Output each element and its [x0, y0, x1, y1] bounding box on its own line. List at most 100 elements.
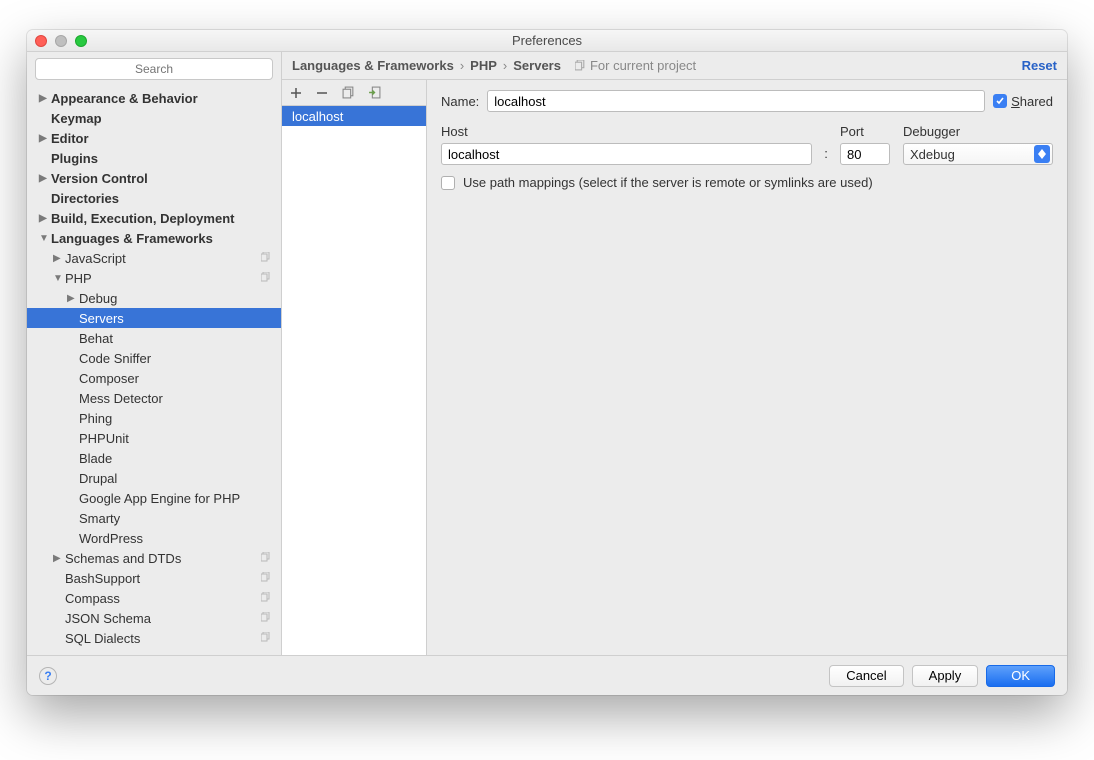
- window-controls: [35, 35, 87, 47]
- add-icon[interactable]: [288, 85, 304, 101]
- sidebar-item-php-debug[interactable]: Debug: [27, 288, 281, 308]
- debugger-value: Xdebug: [910, 147, 955, 162]
- sidebar-item-php-drupal[interactable]: Drupal: [27, 468, 281, 488]
- sidebar-item-php-mess[interactable]: Mess Detector: [27, 388, 281, 408]
- sidebar-item-langs[interactable]: Languages & Frameworks: [27, 228, 281, 248]
- bc-b[interactable]: PHP: [470, 58, 497, 73]
- label: Directories: [51, 191, 119, 206]
- close-icon[interactable]: [35, 35, 47, 47]
- project-icon: [261, 272, 273, 284]
- sidebar-item-plugins[interactable]: Plugins: [27, 148, 281, 168]
- sidebar-item-bash[interactable]: BashSupport: [27, 568, 281, 588]
- debugger-select[interactable]: Xdebug: [903, 143, 1053, 165]
- sidebar-item-schemas[interactable]: Schemas and DTDs: [27, 548, 281, 568]
- sidebar-item-appearance[interactable]: Appearance & Behavior: [27, 88, 281, 108]
- server-form: Name: Shared Host: [427, 80, 1067, 655]
- ok-button[interactable]: OK: [986, 665, 1055, 687]
- name-label: Name:: [441, 94, 479, 109]
- import-icon[interactable]: [366, 85, 382, 101]
- main-split: localhost Name: Shared: [282, 80, 1067, 655]
- label: Build, Execution, Deployment: [51, 211, 234, 226]
- copy-icon[interactable]: [340, 85, 356, 101]
- name-row: Name: Shared: [441, 90, 1053, 112]
- titlebar: Preferences: [27, 30, 1067, 52]
- sidebar-item-directories[interactable]: Directories: [27, 188, 281, 208]
- host-col: Host: [441, 124, 812, 165]
- server-panel: localhost: [282, 80, 427, 655]
- server-list[interactable]: localhost: [282, 106, 426, 655]
- port-label: Port: [840, 124, 895, 139]
- label: JSON Schema: [65, 611, 151, 626]
- host-label: Host: [441, 124, 812, 139]
- debugger-col: Debugger Xdebug: [903, 124, 1053, 165]
- remove-icon[interactable]: [314, 85, 330, 101]
- project-icon: [575, 60, 586, 71]
- label: PHPUnit: [79, 431, 129, 446]
- colon: :: [820, 146, 832, 165]
- shared-label: Shared: [1011, 94, 1053, 109]
- server-toolbar: [282, 80, 426, 106]
- breadcrumb: Languages & Frameworks › PHP › Servers F…: [292, 58, 696, 73]
- label: Keymap: [51, 111, 102, 126]
- port-col: Port: [840, 124, 895, 165]
- sidebar-item-javascript[interactable]: JavaScript: [27, 248, 281, 268]
- label: Composer: [79, 371, 139, 386]
- sidebar-item-php[interactable]: PHP: [27, 268, 281, 288]
- sidebar-item-php-servers[interactable]: Servers: [27, 308, 281, 328]
- label: Editor: [51, 131, 89, 146]
- shared-checkbox[interactable]: [993, 94, 1007, 108]
- label: Phing: [79, 411, 112, 426]
- label: Smarty: [79, 511, 120, 526]
- host-input[interactable]: [441, 143, 812, 165]
- minimize-icon[interactable]: [55, 35, 67, 47]
- sidebar-item-compass[interactable]: Compass: [27, 588, 281, 608]
- sidebar-item-php-codesniffer[interactable]: Code Sniffer: [27, 348, 281, 368]
- server-item-localhost[interactable]: localhost: [282, 106, 426, 126]
- settings-tree[interactable]: Appearance & Behavior Keymap Editor Plug…: [27, 86, 281, 655]
- sidebar-item-php-phpunit[interactable]: PHPUnit: [27, 428, 281, 448]
- label: Compass: [65, 591, 120, 606]
- sidebar-item-php-composer[interactable]: Composer: [27, 368, 281, 388]
- label: Code Sniffer: [79, 351, 151, 366]
- name-input[interactable]: [487, 90, 985, 112]
- shared-wrap[interactable]: Shared: [993, 94, 1053, 109]
- help-icon[interactable]: ?: [39, 667, 57, 685]
- pathmap-checkbox[interactable]: [441, 176, 455, 190]
- scope-indicator: For current project: [575, 58, 696, 73]
- label: Schemas and DTDs: [65, 551, 181, 566]
- sidebar-item-keymap[interactable]: Keymap: [27, 108, 281, 128]
- cancel-button[interactable]: Cancel: [829, 665, 903, 687]
- label: Behat: [79, 331, 113, 346]
- zoom-icon[interactable]: [75, 35, 87, 47]
- breadcrumb-row: Languages & Frameworks › PHP › Servers F…: [282, 52, 1067, 80]
- sidebar-item-editor[interactable]: Editor: [27, 128, 281, 148]
- chevron-icon: ›: [460, 58, 464, 73]
- sidebar-item-vcs[interactable]: Version Control: [27, 168, 281, 188]
- label: WordPress: [79, 531, 143, 546]
- label: Appearance & Behavior: [51, 91, 198, 106]
- label: PHP: [65, 271, 92, 286]
- reset-link[interactable]: Reset: [1022, 58, 1057, 73]
- footer: ? Cancel Apply OK: [27, 655, 1067, 695]
- label: Drupal: [79, 471, 117, 486]
- sidebar: Appearance & Behavior Keymap Editor Plug…: [27, 52, 282, 655]
- sidebar-item-json[interactable]: JSON Schema: [27, 608, 281, 628]
- search-input[interactable]: [35, 58, 273, 80]
- bc-a[interactable]: Languages & Frameworks: [292, 58, 454, 73]
- project-icon: [261, 592, 273, 604]
- apply-button[interactable]: Apply: [912, 665, 979, 687]
- sidebar-item-php-wordpress[interactable]: WordPress: [27, 528, 281, 548]
- sidebar-item-php-smarty[interactable]: Smarty: [27, 508, 281, 528]
- label: Google App Engine for PHP: [79, 491, 240, 506]
- port-input[interactable]: [840, 143, 890, 165]
- sidebar-item-build[interactable]: Build, Execution, Deployment: [27, 208, 281, 228]
- sidebar-item-php-phing[interactable]: Phing: [27, 408, 281, 428]
- sidebar-item-php-blade[interactable]: Blade: [27, 448, 281, 468]
- sidebar-item-php-gae[interactable]: Google App Engine for PHP: [27, 488, 281, 508]
- host-port-debugger-row: Host : Port Debugger Xdebug: [441, 124, 1053, 165]
- pathmap-row[interactable]: Use path mappings (select if the server …: [441, 175, 1053, 190]
- scope-text: For current project: [590, 58, 696, 73]
- label: JavaScript: [65, 251, 126, 266]
- sidebar-item-sql[interactable]: SQL Dialects: [27, 628, 281, 648]
- sidebar-item-php-behat[interactable]: Behat: [27, 328, 281, 348]
